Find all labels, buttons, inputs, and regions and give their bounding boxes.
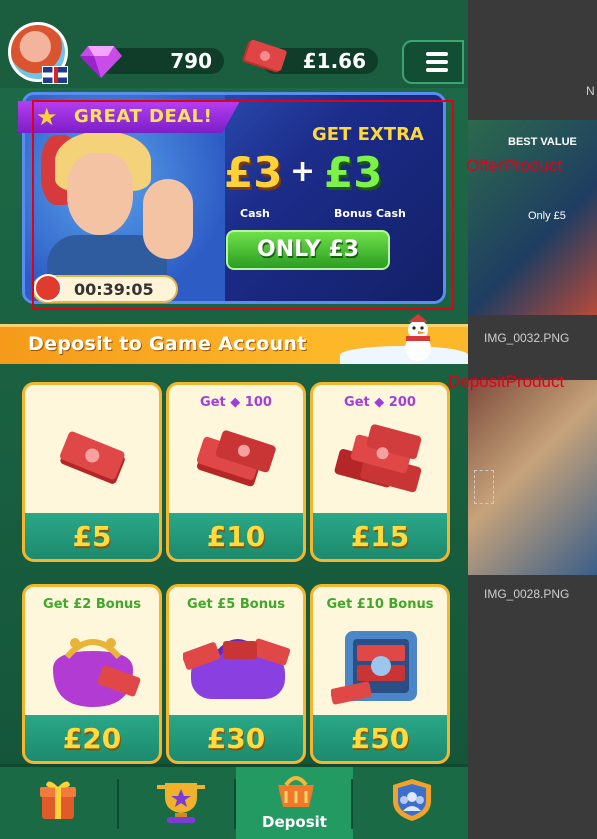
deposit-product-10[interactable]: Get ◆ 100 £10 [166, 382, 306, 562]
deposit-product-5[interactable]: £5 [22, 382, 162, 562]
partial-letter: N [586, 84, 595, 98]
snowman-icon [405, 314, 431, 361]
thumbnail-text: Only £5 [528, 210, 566, 222]
offer-annotation-box [32, 100, 454, 310]
nav-trophies[interactable] [119, 767, 236, 839]
deposit-product-50[interactable]: Get £10 Bonus £50 [310, 584, 450, 764]
nav-team[interactable] [353, 767, 468, 839]
deposit-product-15[interactable]: Get ◆ 200 £15 [310, 382, 450, 562]
cash-balance: £1.66 [302, 49, 366, 73]
product-promo: Get £5 Bonus [187, 597, 285, 612]
product-price: £15 [350, 520, 410, 553]
product-price: £30 [206, 722, 266, 755]
cash-stack-icon [60, 431, 125, 484]
product-promo: Get ◆ 100 [200, 395, 272, 410]
deposit-section-title: Deposit to Game Account [28, 333, 307, 355]
team-shield-icon [393, 779, 431, 821]
nav-deposit-label: Deposit [262, 813, 327, 831]
file-name[interactable]: IMG_0032.PNG [484, 331, 569, 345]
cash-bag-icon [183, 638, 291, 699]
file-thumbnail[interactable]: BEST VALUE Only £5 [468, 120, 597, 315]
gem-icon [80, 46, 122, 78]
top-bar [0, 0, 468, 88]
product-price: £10 [206, 520, 266, 553]
cash-icon [242, 40, 287, 73]
gift-icon [40, 781, 76, 819]
file-browser-backdrop: N BEST VALUE Only £5 IMG_0032.PNG IMG_00… [468, 0, 597, 839]
coin-purse-icon [53, 638, 141, 707]
nav-deposit[interactable]: Deposit [236, 767, 353, 839]
cash-pile-icon [334, 424, 422, 493]
uk-flag-icon [42, 66, 68, 84]
deposit-product-20[interactable]: Get £2 Bonus £20 [22, 584, 162, 764]
file-name[interactable]: IMG_0028.PNG [484, 587, 569, 601]
deposit-basket-icon [278, 776, 314, 807]
trophy-icon [157, 783, 205, 823]
safe-icon [331, 631, 417, 705]
product-promo: Get £10 Bonus [326, 597, 434, 612]
bottom-navigation: Deposit [0, 764, 468, 839]
hamburger-menu-icon[interactable] [402, 40, 464, 84]
nav-gifts[interactable] [0, 767, 117, 839]
product-promo: Get ◆ 200 [344, 395, 416, 410]
deposit-product-30[interactable]: Get £5 Bonus £30 [166, 584, 306, 764]
thumbnail-badge: BEST VALUE [508, 136, 577, 148]
product-promo: Get £2 Bonus [43, 597, 141, 612]
deposit-annotation-label: DepositProduct [448, 372, 565, 391]
product-price: £50 [350, 722, 410, 755]
product-price: £5 [72, 520, 112, 553]
offer-annotation-label: OfferProduct [466, 156, 563, 175]
selection-marquee [474, 470, 494, 504]
gem-balance: 790 [170, 49, 212, 73]
cash-stack-icon [196, 430, 276, 487]
product-price: £20 [62, 722, 122, 755]
